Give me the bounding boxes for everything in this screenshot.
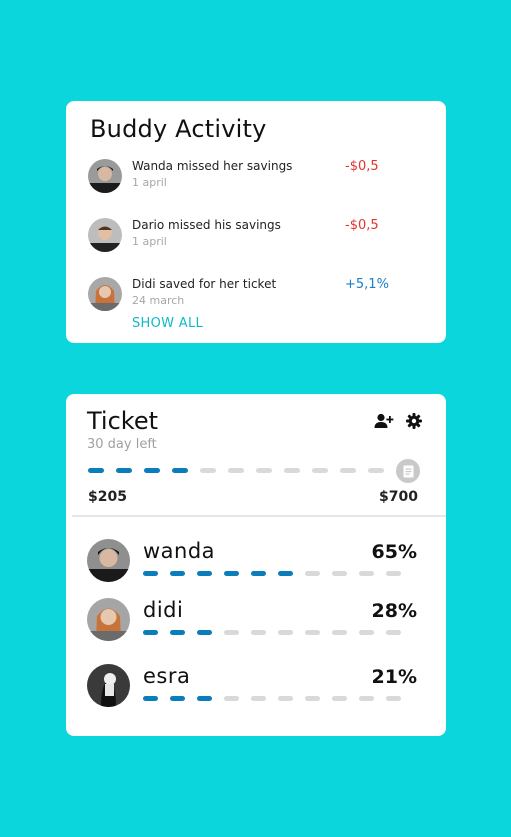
progress-segment-filled — [144, 468, 160, 473]
progress-segment-empty — [312, 468, 328, 473]
activity-item[interactable]: Dario missed his savings 1 april -$0,5 — [88, 218, 428, 258]
goal-marker — [396, 459, 420, 483]
progress-segment-empty — [224, 696, 239, 701]
document-icon — [403, 465, 413, 477]
member-progress-bar — [143, 696, 401, 701]
progress-segment-empty — [305, 696, 320, 701]
progress-segment-filled — [197, 696, 212, 701]
member-progress-bar — [143, 571, 401, 576]
progress-segment-empty — [251, 696, 266, 701]
avatar — [87, 539, 130, 582]
settings-button[interactable] — [403, 411, 425, 431]
avatar — [88, 277, 122, 311]
progress-segment-empty — [359, 571, 374, 576]
progress-segment-empty — [386, 696, 401, 701]
activity-text: Dario missed his savings — [132, 218, 281, 232]
add-user-button[interactable] — [373, 411, 395, 431]
activity-text: Wanda missed her savings — [132, 159, 293, 173]
member-row-wanda[interactable]: wanda 65% — [87, 539, 417, 589]
avatar — [88, 218, 122, 252]
avatar — [88, 159, 122, 193]
activity-item[interactable]: Didi saved for her ticket 24 march +5,1% — [88, 277, 428, 317]
progress-segment-empty — [200, 468, 216, 473]
progress-segment-filled — [278, 571, 293, 576]
divider — [72, 515, 446, 517]
progress-segment-filled — [224, 571, 239, 576]
days-left-label: 30 day left — [87, 437, 157, 452]
progress-segment-empty — [224, 630, 239, 635]
buddy-activity-title: Buddy Activity — [90, 115, 267, 143]
progress-segment-filled — [143, 571, 158, 576]
goal-progress-bar — [88, 468, 384, 473]
goal-amount: $700 — [379, 489, 418, 505]
activity-amount: -$0,5 — [345, 218, 379, 233]
show-all-link[interactable]: SHOW ALL — [132, 316, 203, 331]
progress-segment-empty — [359, 696, 374, 701]
activity-date: 1 april — [132, 176, 167, 189]
progress-segment-filled — [197, 630, 212, 635]
member-name: didi — [143, 598, 184, 622]
activity-text: Didi saved for her ticket — [132, 277, 277, 291]
progress-segment-empty — [368, 468, 384, 473]
progress-segment-empty — [359, 630, 374, 635]
progress-segment-filled — [116, 468, 132, 473]
ticket-card: Ticket 30 day left $205 $700 wanda 65% d… — [66, 394, 446, 736]
avatar — [87, 664, 130, 707]
progress-segment-empty — [332, 571, 347, 576]
progress-segment-filled — [143, 696, 158, 701]
progress-segment-empty — [228, 468, 244, 473]
activity-item[interactable]: Wanda missed her savings 1 april -$0,5 — [88, 159, 428, 199]
progress-segment-empty — [386, 630, 401, 635]
member-row-didi[interactable]: didi 28% — [87, 598, 417, 648]
progress-segment-empty — [256, 468, 272, 473]
avatar — [87, 598, 130, 641]
progress-segment-empty — [386, 571, 401, 576]
progress-segment-filled — [143, 630, 158, 635]
activity-amount: +5,1% — [345, 277, 389, 292]
member-name: wanda — [143, 539, 216, 563]
member-percent: 28% — [371, 600, 417, 622]
ticket-title: Ticket — [87, 407, 159, 435]
progress-segment-empty — [332, 696, 347, 701]
buddy-activity-card: Buddy Activity Wanda missed her savings … — [66, 101, 446, 343]
progress-segment-empty — [251, 630, 266, 635]
progress-segment-filled — [197, 571, 212, 576]
progress-segment-empty — [332, 630, 347, 635]
progress-segment-empty — [278, 630, 293, 635]
member-percent: 21% — [371, 666, 417, 688]
progress-segment-filled — [251, 571, 266, 576]
progress-segment-empty — [278, 696, 293, 701]
gear-icon — [406, 413, 422, 429]
activity-date: 24 march — [132, 294, 185, 307]
start-amount: $205 — [88, 489, 127, 505]
member-name: esra — [143, 664, 191, 688]
progress-segment-empty — [305, 630, 320, 635]
progress-segment-filled — [170, 571, 185, 576]
progress-segment-empty — [305, 571, 320, 576]
member-progress-bar — [143, 630, 401, 635]
activity-date: 1 april — [132, 235, 167, 248]
progress-segment-filled — [172, 468, 188, 473]
add-user-icon — [374, 413, 394, 428]
activity-amount: -$0,5 — [345, 159, 379, 174]
progress-segment-filled — [170, 630, 185, 635]
member-row-esra[interactable]: esra 21% — [87, 664, 417, 714]
member-percent: 65% — [371, 541, 417, 563]
progress-segment-empty — [340, 468, 356, 473]
progress-segment-empty — [284, 468, 300, 473]
progress-segment-filled — [170, 696, 185, 701]
progress-segment-filled — [88, 468, 104, 473]
